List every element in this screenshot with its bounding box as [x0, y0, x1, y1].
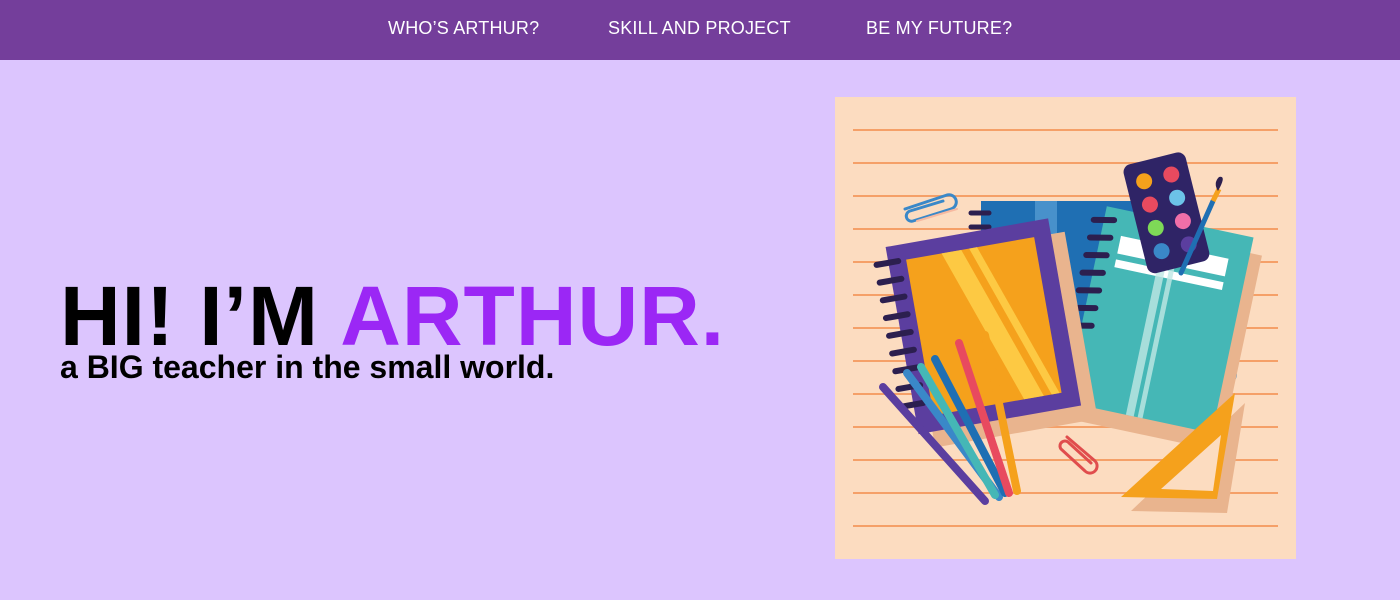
school-supplies-illustration	[835, 97, 1296, 559]
nav-link-skill-and-project[interactable]: SKILL AND PROJECT	[608, 18, 791, 39]
hero-subtitle: a BIG teacher in the small world.	[60, 349, 555, 385]
nav-link-whos-arthur[interactable]: WHO’S ARTHUR?	[388, 18, 539, 39]
top-navbar: WHO’S ARTHUR? SKILL AND PROJECT BE MY FU…	[0, 0, 1400, 60]
nav-link-be-my-future[interactable]: BE MY FUTURE?	[866, 18, 1012, 39]
